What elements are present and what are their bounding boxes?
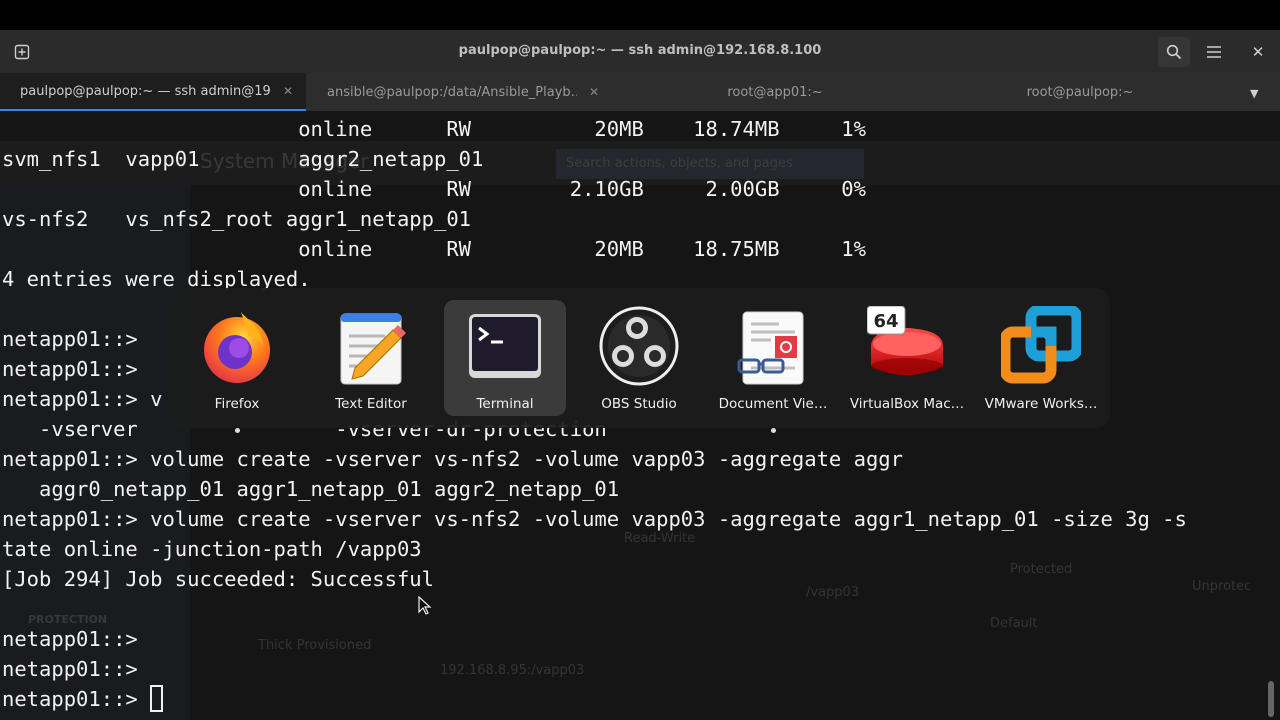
- obs-studio-icon: [599, 306, 679, 386]
- document-viewer-icon: [737, 311, 804, 385]
- search-button[interactable]: [1158, 37, 1190, 67]
- terminal-line: aggr0_netapp_01 aggr1_netapp_01 aggr2_ne…: [2, 477, 620, 501]
- terminal-line: svm_nfs1 vapp01 aggr2_netapp_01: [2, 147, 484, 171]
- running-indicator: [771, 428, 776, 433]
- close-tab-icon[interactable]: ✕: [589, 85, 599, 99]
- running-indicator: [235, 428, 240, 433]
- menu-button[interactable]: [1198, 37, 1230, 67]
- tab-bar: paulpop@paulpop:~ — ssh admin@19… ✕ ansi…: [0, 73, 1280, 111]
- search-icon: [1166, 44, 1182, 60]
- terminal-line: online RW 20MB 18.74MB 1%: [2, 117, 866, 141]
- tab-ansible[interactable]: ansible@paulpop:/data/Ansible_Playb… ✕: [306, 73, 620, 111]
- screen-top-strip: [0, 0, 1280, 30]
- chevron-down-icon: ▼: [1250, 87, 1259, 100]
- tab-label: ansible@paulpop:/data/Ansible_Playb…: [327, 84, 577, 100]
- text-cursor: [150, 685, 164, 712]
- app-document-viewer[interactable]: Document Vie…: [712, 300, 834, 433]
- app-name: OBS Studio: [601, 396, 677, 412]
- terminal-line: vs-nfs2 vs_nfs2_root aggr1_netapp_01: [2, 207, 471, 231]
- app-vmware-workstation[interactable]: VMware Works…: [980, 300, 1102, 416]
- app-name: Firefox: [214, 396, 260, 412]
- background-label: 192.168.8.95:/vapp03: [440, 663, 585, 678]
- tab-label: root@paulpop:~: [1026, 84, 1134, 100]
- app-obs-studio[interactable]: OBS Studio: [578, 300, 700, 416]
- background-label: /vapp03: [806, 585, 860, 600]
- terminal-prompt: netapp01::>: [2, 687, 151, 711]
- terminal-line: online RW 2.10GB 2.00GB 0%: [2, 177, 866, 201]
- background-label: Protected: [1010, 562, 1073, 577]
- tab-list-dropdown[interactable]: ▼: [1250, 87, 1258, 100]
- hamburger-menu-icon: [1207, 46, 1221, 58]
- terminal-line: netapp01::>: [2, 657, 138, 681]
- terminal-line: netapp01::> v: [2, 387, 163, 411]
- close-tab-icon[interactable]: ✕: [283, 84, 293, 98]
- app-name: VMware Works…: [984, 396, 1098, 412]
- app-name: VirtualBox Mac…: [849, 396, 965, 412]
- virtualbox-badge: 64: [873, 311, 898, 332]
- terminal-icon: [469, 314, 541, 378]
- vmware-workstation-icon: [1001, 306, 1081, 384]
- app-terminal[interactable]: Terminal: [444, 300, 566, 416]
- app-name: Document Vie…: [718, 396, 828, 412]
- background-label: Default: [990, 616, 1038, 631]
- terminal-line: [Job 294] Job succeeded: Successful: [2, 567, 434, 591]
- window-title: paulpop@paulpop:~ — ssh admin@192.168.8.…: [458, 43, 822, 58]
- app-text-editor[interactable]: Text Editor: [310, 300, 432, 416]
- terminal-line: netapp01::> volume create -vserver vs-nf…: [2, 507, 1187, 531]
- app-virtualbox[interactable]: 64 VirtualBox Mac…: [846, 300, 968, 416]
- close-icon: ✕: [1251, 43, 1265, 61]
- terminal-titlebar: paulpop@paulpop:~ — ssh admin@192.168.8.…: [0, 30, 1280, 74]
- background-search-placeholder: Search actions, objects, and pages: [566, 156, 793, 171]
- tab-root-app01[interactable]: root@app01:~: [620, 73, 930, 111]
- tab-label: paulpop@paulpop:~ — ssh admin@19…: [20, 83, 270, 99]
- terminal-line: netapp01::>: [2, 327, 138, 351]
- terminal-line: tate online -junction-path /vapp03: [2, 537, 422, 561]
- close-window-button[interactable]: ✕: [1242, 37, 1274, 67]
- terminal-prompt-line[interactable]: netapp01::>: [2, 684, 164, 714]
- text-editor-icon: [340, 313, 406, 385]
- app-firefox[interactable]: Firefox: [176, 300, 298, 433]
- firefox-icon: [204, 312, 270, 383]
- app-name: Text Editor: [335, 396, 407, 412]
- terminal-scrollbar[interactable]: [1268, 681, 1274, 717]
- background-label: Thick Provisioned: [258, 638, 372, 653]
- terminal-line: netapp01::>: [2, 357, 138, 381]
- app-name: Terminal: [476, 396, 534, 412]
- tab-ssh-admin[interactable]: paulpop@paulpop:~ — ssh admin@19… ✕: [0, 73, 306, 111]
- mouse-pointer-icon: [418, 596, 432, 615]
- app-switcher: Firefox Text Editor Terminal OBS Studio …: [168, 288, 1110, 433]
- terminal-line: online RW 20MB 18.75MB 1%: [2, 237, 866, 261]
- virtualbox-icon: 64: [867, 306, 943, 375]
- background-label: Unprotec: [1192, 579, 1252, 594]
- tab-label: root@app01:~: [727, 84, 823, 100]
- tab-root-paulpop[interactable]: root@paulpop:~: [930, 73, 1240, 111]
- terminal-line: netapp01::> volume create -vserver vs-nf…: [2, 447, 903, 471]
- terminal-line: netapp01::>: [2, 627, 138, 651]
